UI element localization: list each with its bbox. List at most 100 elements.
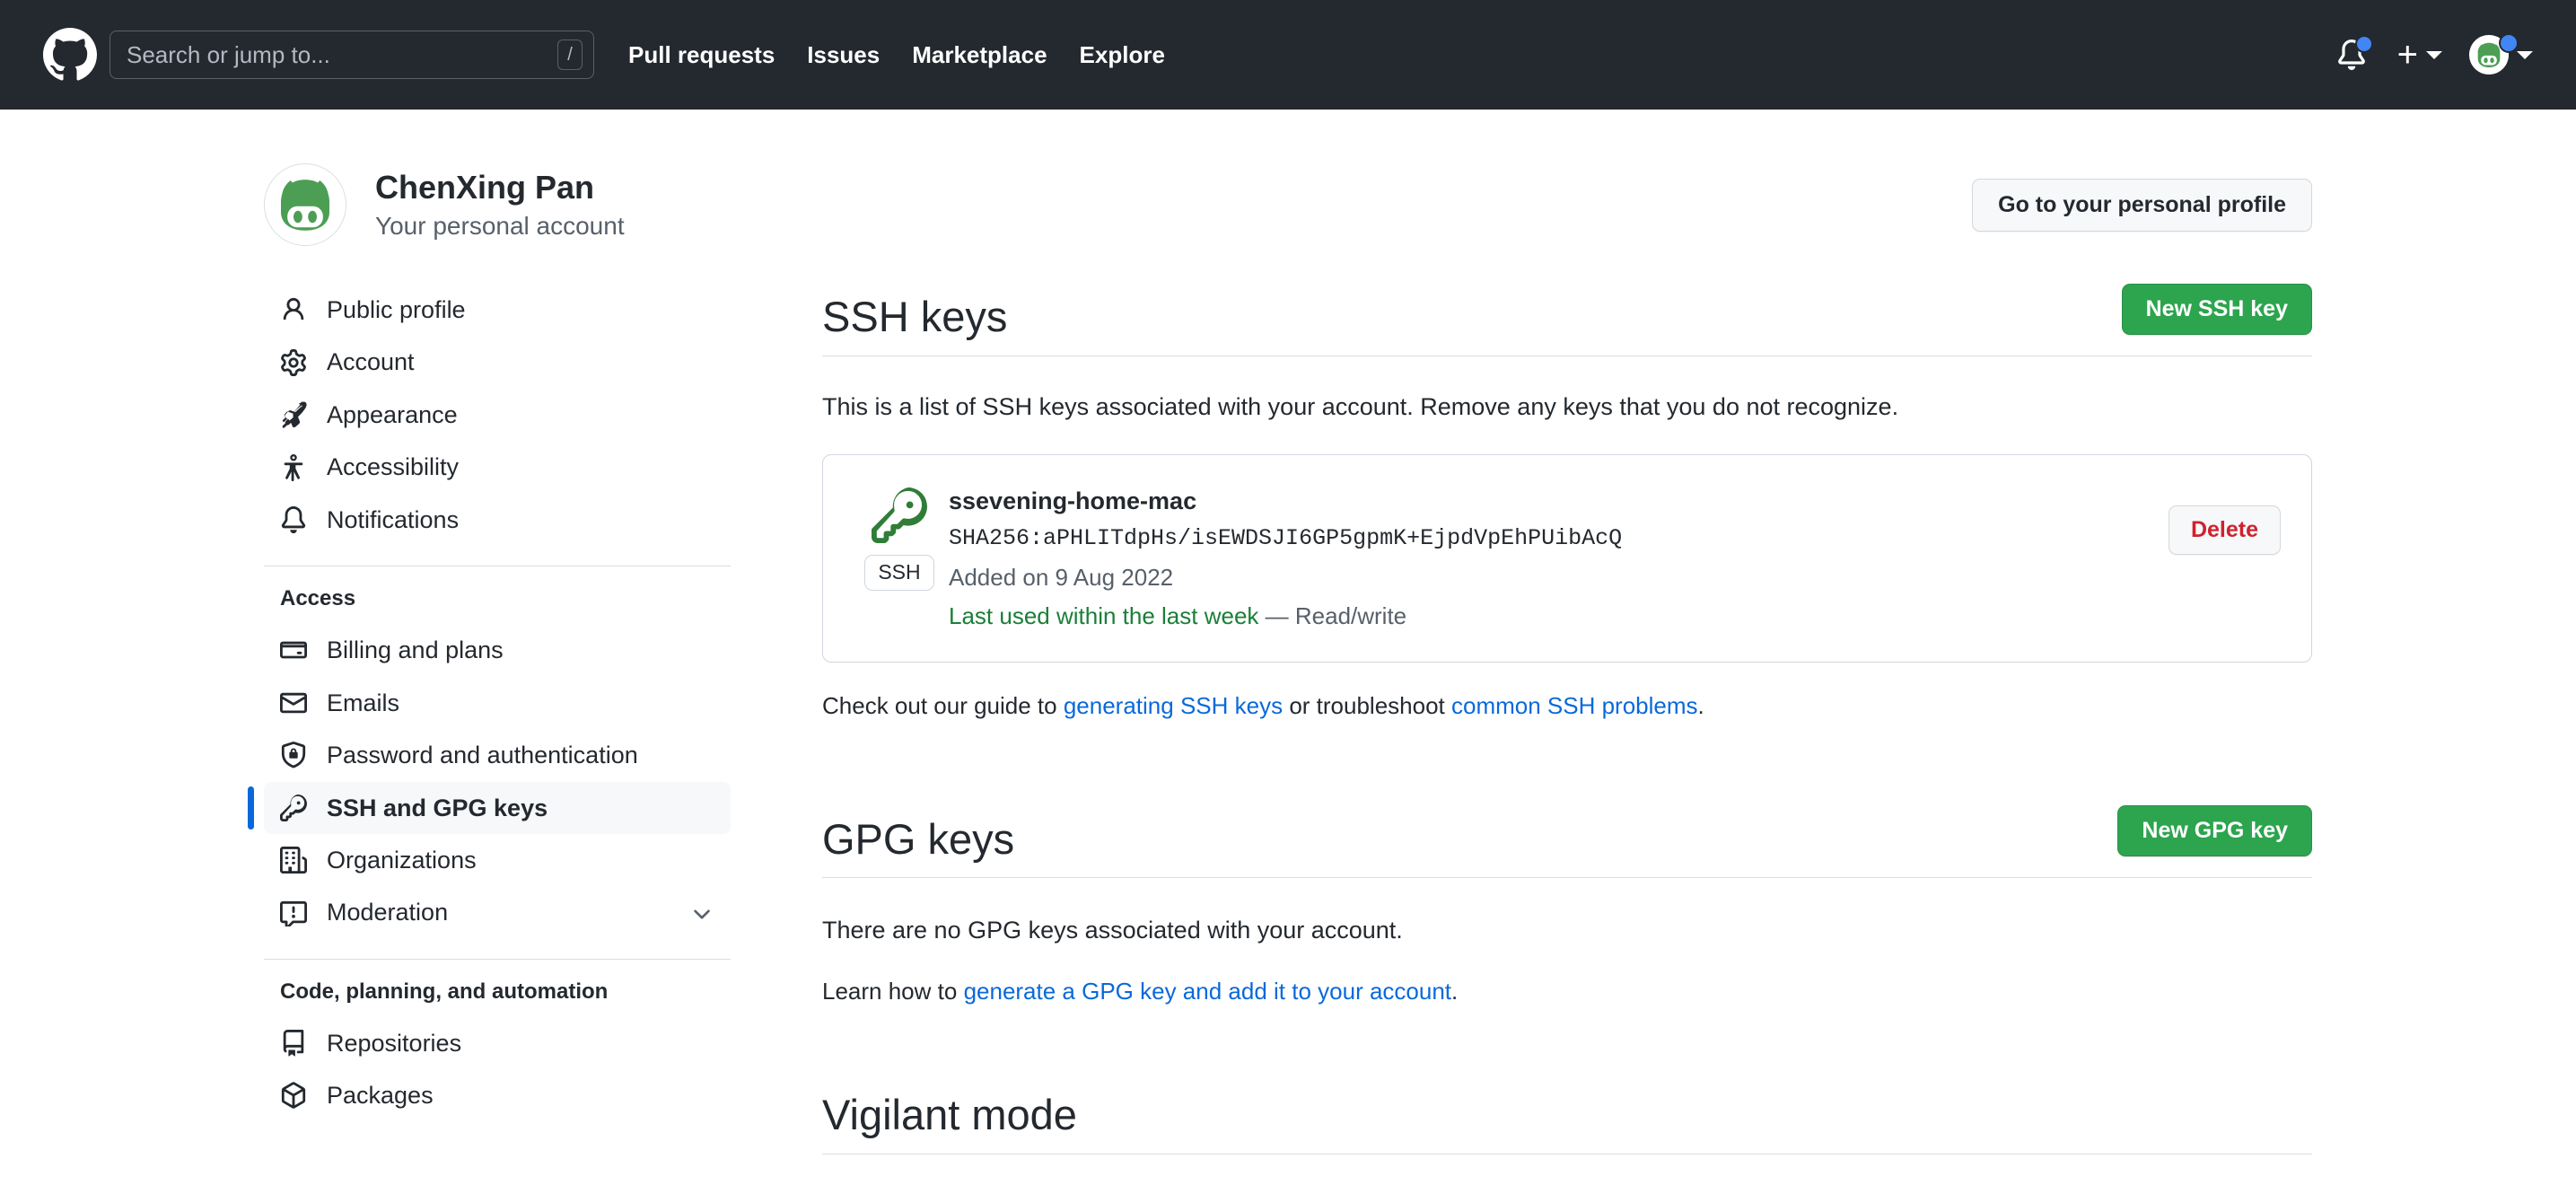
sidebar-item-packages[interactable]: Packages xyxy=(264,1069,731,1121)
vigilant-mode-section: Vigilant mode xyxy=(822,1092,2312,1154)
sidebar-item-emails[interactable]: Emails xyxy=(264,677,731,729)
chevron-down-icon[interactable] xyxy=(689,900,714,926)
delete-ssh-key-button[interactable]: Delete xyxy=(2168,505,2281,555)
global-nav: Pull requests Issues Marketplace Explore xyxy=(628,41,1165,69)
ssh-key-last-used: Last used within the last week — Read/wr… xyxy=(949,599,2169,634)
sidebar-item-label: Packages xyxy=(327,1082,434,1110)
sidebar-item-label: Password and authentication xyxy=(327,742,638,769)
nav-explore[interactable]: Explore xyxy=(1080,41,1165,69)
ssh-key-title: ssevening-home-mac xyxy=(949,487,1197,514)
notification-unread-dot xyxy=(2354,35,2373,53)
bell-icon xyxy=(280,505,307,533)
gear-icon xyxy=(280,348,307,376)
ssh-key-last-used-text: Last used within the last week xyxy=(949,601,1259,629)
ssh-guide-middle: or troubleshoot xyxy=(1283,691,1451,719)
sidebar-item-billing-and-plans[interactable]: Billing and plans xyxy=(264,624,731,676)
sidebar-item-label: Account xyxy=(327,348,415,376)
settings-page: ChenXing Pan Your personal account Go to… xyxy=(0,110,2576,1154)
sidebar-item-label: Appearance xyxy=(327,400,458,428)
ssh-key-details: ssevening-home-mac SHA256:aPHLITdpHs/isE… xyxy=(949,482,2169,634)
sidebar-item-label: Accessibility xyxy=(327,453,460,481)
accessibility-icon xyxy=(280,453,307,481)
ssh-keys-title: SSH keys xyxy=(822,293,1008,341)
vigilant-mode-header: Vigilant mode xyxy=(822,1092,2312,1154)
sidebar-group-access-title: Access xyxy=(280,586,356,611)
sidebar-item-public-profile[interactable]: Public profile xyxy=(264,284,731,336)
account-subtitle: Your personal account xyxy=(375,211,625,240)
sidebar-item-account[interactable]: Account xyxy=(264,336,731,388)
ssh-keys-description: This is a list of SSH keys associated wi… xyxy=(822,393,1899,420)
sidebar-item-ssh-and-gpg-keys[interactable]: SSH and GPG keys xyxy=(248,781,731,834)
nav-marketplace[interactable]: Marketplace xyxy=(912,41,1047,69)
sidebar-item-repositories[interactable]: Repositories xyxy=(264,1017,731,1069)
go-to-personal-profile-button[interactable]: Go to your personal profile xyxy=(1972,178,2312,232)
ssh-guide-line: Check out our guide to generating SSH ke… xyxy=(822,689,2312,724)
nav-issues[interactable]: Issues xyxy=(807,41,880,69)
sidebar-item-label: Public profile xyxy=(327,296,466,323)
gpg-learn-line: Learn how to generate a GPG key and add … xyxy=(822,975,2312,1009)
ssh-guide-suffix: . xyxy=(1697,691,1704,719)
paintbrush-icon xyxy=(280,401,307,428)
sidebar-item-appearance[interactable]: Appearance xyxy=(264,389,731,441)
profile-menu-button[interactable] xyxy=(2469,33,2533,75)
search-shortcut-key: / xyxy=(557,40,583,70)
sidebar-item-label: Notifications xyxy=(327,505,460,533)
common-ssh-problems-link[interactable]: common SSH problems xyxy=(1451,692,1698,719)
gpg-keys-section: GPG keys New GPG key There are no GPG ke… xyxy=(822,805,2312,1008)
sidebar-access-list: Billing and plans Emails Password and au… xyxy=(248,624,731,939)
plus-icon: + xyxy=(2396,35,2418,75)
gpg-keys-title: GPG keys xyxy=(822,814,1015,863)
credit-card-icon xyxy=(280,637,307,663)
account-name: ChenXing Pan xyxy=(375,168,595,206)
gpg-keys-header: GPG keys New GPG key xyxy=(822,805,2312,879)
ssh-key-access-level: — Read/write xyxy=(1258,601,1407,629)
account-avatar xyxy=(264,163,346,246)
sidebar-item-label: Repositories xyxy=(327,1029,462,1057)
sidebar-item-accessibility[interactable]: Accessibility xyxy=(264,441,731,493)
account-identity: ChenXing Pan Your personal account xyxy=(375,167,625,242)
organization-icon xyxy=(280,847,307,874)
ssh-guide-prefix: Check out our guide to xyxy=(822,691,1064,719)
sidebar-item-label: Moderation xyxy=(327,899,449,926)
ssh-key-row: SSH ssevening-home-mac SHA256:aPHLITdpHs… xyxy=(822,453,2312,663)
ssh-keys-section: SSH keys New SSH key This is a list of S… xyxy=(822,284,2312,723)
repo-icon xyxy=(280,1030,307,1057)
search-input[interactable]: Search or jump to... / xyxy=(110,31,594,79)
gpg-learn-suffix: . xyxy=(1451,978,1459,1005)
notifications-button[interactable] xyxy=(2333,35,2373,74)
settings-content: SSH keys New SSH key This is a list of S… xyxy=(767,284,2312,1154)
person-icon xyxy=(280,296,307,323)
sidebar-divider xyxy=(264,958,731,960)
sidebar-item-password-and-authentication[interactable]: Password and authentication xyxy=(264,729,731,781)
mail-icon xyxy=(280,689,307,716)
package-icon xyxy=(280,1082,307,1110)
github-mark-icon[interactable] xyxy=(43,28,97,82)
sidebar-item-label: SSH and GPG keys xyxy=(327,794,548,821)
account-header: ChenXing Pan Your personal account Go to… xyxy=(264,110,2312,246)
vigilant-mode-title: Vigilant mode xyxy=(822,1090,1077,1138)
ssh-key-added-date: Added on 9 Aug 2022 xyxy=(949,563,1174,591)
content-wrapper: ChenXing Pan Your personal account Go to… xyxy=(90,110,2486,1154)
gpg-keys-empty-message: There are no GPG keys associated with yo… xyxy=(822,917,1403,944)
sidebar-item-organizations[interactable]: Organizations xyxy=(264,834,731,886)
sidebar-item-moderation[interactable]: Moderation xyxy=(264,886,731,938)
sidebar-item-notifications[interactable]: Notifications xyxy=(264,494,731,546)
chevron-down-icon xyxy=(2426,50,2442,59)
sidebar-group-code-title: Code, planning, and automation xyxy=(280,979,609,1004)
nav-pull-requests[interactable]: Pull requests xyxy=(628,41,775,69)
new-ssh-key-button[interactable]: New SSH key xyxy=(2121,284,2312,335)
sidebar-item-label: Emails xyxy=(327,689,400,716)
ssh-key-type-badge: SSH xyxy=(864,554,934,591)
report-icon xyxy=(280,900,307,926)
settings-sidebar: Public profile Account Appearance Access… xyxy=(248,284,767,1122)
shield-lock-icon xyxy=(280,742,307,768)
ssh-key-fingerprint: SHA256:aPHLITdpHs/isEWDSJI6GP5gpmK+EjpdV… xyxy=(949,524,1623,551)
key-icon xyxy=(280,794,307,821)
create-new-button[interactable]: + xyxy=(2396,35,2442,75)
key-icon xyxy=(872,487,927,548)
global-header: Search or jump to... / Pull requests Iss… xyxy=(0,0,2576,110)
generating-ssh-keys-link[interactable]: generating SSH keys xyxy=(1064,692,1283,719)
generate-gpg-key-link[interactable]: generate a GPG key and add it to your ac… xyxy=(964,978,1451,1005)
profile-badge-dot xyxy=(2499,33,2519,53)
new-gpg-key-button[interactable]: New GPG key xyxy=(2117,805,2312,857)
